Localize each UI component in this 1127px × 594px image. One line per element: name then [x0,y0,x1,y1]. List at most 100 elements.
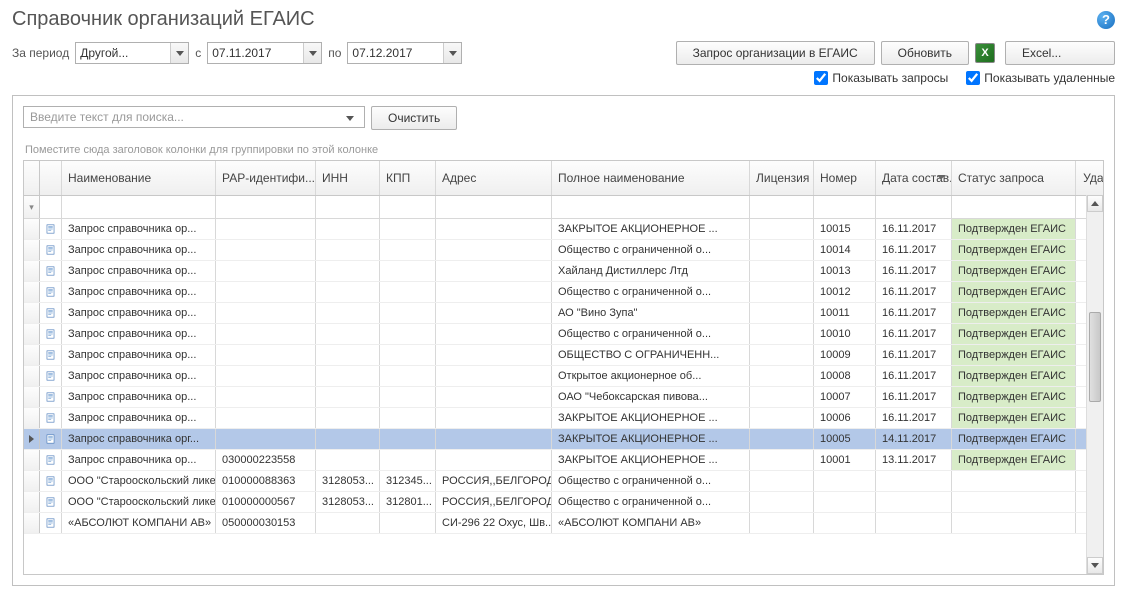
filter-cell[interactable] [436,196,552,218]
scroll-up-icon[interactable] [1087,195,1103,212]
table-row[interactable]: Запрос справочника ор...ОБЩЕСТВО С ОГРАН… [24,345,1103,366]
cell-full: «АБСОЛЮТ КОМПАНИ АВ» [552,513,750,533]
header-rar[interactable]: РАР-идентифи... [216,161,316,195]
document-icon [40,450,62,470]
filter-cell[interactable] [952,196,1076,218]
header-full[interactable]: Полное наименование [552,161,750,195]
cell-status [952,513,1076,533]
header-inn[interactable]: ИНН [316,161,380,195]
help-icon[interactable]: ? [1097,11,1115,29]
cell-inn [316,429,380,449]
header-date[interactable]: Дата состав... [876,161,952,195]
table-row[interactable]: Запрос справочника ор...Общество с огран… [24,324,1103,345]
document-icon [40,261,62,281]
table-row[interactable]: Запрос справочника ор...030000223558ЗАКР… [24,450,1103,471]
cell-lic [750,282,814,302]
cell-kpp [380,387,436,407]
table-row[interactable]: Запрос справочника ор...ЗАКРЫТОЕ АКЦИОНЕ… [24,219,1103,240]
row-indicator [24,471,40,491]
search-input[interactable] [24,107,346,127]
request-button[interactable]: Запрос организации в ЕГАИС [676,41,875,65]
header-status[interactable]: Статус запроса [952,161,1076,195]
cell-full: ЗАКРЫТОЕ АКЦИОНЕРНОЕ ... [552,429,750,449]
clear-button[interactable]: Очистить [371,106,457,130]
cell-name: Запрос справочника орг... [62,429,216,449]
row-indicator [24,387,40,407]
filter-cell[interactable] [750,196,814,218]
vertical-scrollbar[interactable] [1086,195,1103,574]
document-icon [40,345,62,365]
filter-cell[interactable] [380,196,436,218]
header-kpp[interactable]: КПП [380,161,436,195]
document-icon [40,513,62,533]
table-row[interactable]: Запрос справочника орг... ЗАКРЫТОЕ АКЦИОН… [24,429,1103,450]
cell-inn [316,303,380,323]
cell-addr [436,450,552,470]
period-label: За период [12,46,69,60]
cell-addr [436,366,552,386]
checkbox-icon[interactable] [966,71,980,85]
search-input-wrap[interactable] [23,106,365,128]
table-row[interactable]: Запрос справочника ор...АО "Вино Зупа"10… [24,303,1103,324]
table-row[interactable]: «АБСОЛЮТ КОМПАНИ АВ»050000030153СИ-296 2… [24,513,1103,534]
header-name[interactable]: Наименование [62,161,216,195]
cell-inn [316,219,380,239]
cell-num: 10015 [814,219,876,239]
cell-name: Запрос справочника ор... [62,408,216,428]
cell-name: Запрос справочника ор... [62,282,216,302]
data-grid: Наименование РАР-идентифи... ИНН КПП Адр… [23,160,1104,575]
scroll-thumb[interactable] [1089,312,1101,402]
cell-rar [216,324,316,344]
date-from-input[interactable]: 07.11.2017 [207,42,322,64]
cell-num: 10008 [814,366,876,386]
cell-kpp [380,261,436,281]
scroll-down-icon[interactable] [1087,557,1103,574]
chevron-down-icon[interactable] [170,43,188,63]
excel-icon[interactable]: X [975,43,995,63]
cell-num: 10009 [814,345,876,365]
filter-cell[interactable] [552,196,750,218]
chevron-down-icon[interactable] [443,43,461,63]
table-row[interactable]: Запрос справочника ор...Открытое акционе… [24,366,1103,387]
header-lic[interactable]: Лицензия [750,161,814,195]
filter-cell[interactable] [316,196,380,218]
table-row[interactable]: Запрос справочника ор...Общество с огран… [24,240,1103,261]
filter-cell[interactable] [62,196,216,218]
table-row[interactable]: ООО "Старооскольский лике...010000000567… [24,492,1103,513]
show-requests-checkbox[interactable]: Показывать запросы [814,71,948,85]
checkbox-icon[interactable] [814,71,828,85]
chevron-down-icon[interactable] [303,43,321,63]
table-row[interactable]: Запрос справочника ор...ЗАКРЫТОЕ АКЦИОНЕ… [24,408,1103,429]
cell-lic [750,366,814,386]
cell-rar [216,429,316,449]
row-indicator [24,366,40,386]
header-num[interactable]: Номер [814,161,876,195]
filter-cell[interactable] [814,196,876,218]
cell-full: Общество с ограниченной о... [552,240,750,260]
scroll-track[interactable] [1087,212,1103,557]
cell-num: 10006 [814,408,876,428]
filter-cell[interactable] [876,196,952,218]
refresh-button[interactable]: Обновить [881,41,969,65]
table-row[interactable]: ООО "Старооскольский лике...010000088363… [24,471,1103,492]
row-indicator [24,303,40,323]
page-title: Справочник организаций ЕГАИС [12,8,315,31]
table-row[interactable]: Запрос справочника ор...Хайланд Дистилле… [24,261,1103,282]
header-del[interactable]: Удален [1076,161,1104,195]
filter-cell[interactable] [216,196,316,218]
table-row[interactable]: Запрос справочника ор...ОАО "Чебоксарска… [24,387,1103,408]
excel-button[interactable]: Excel... [1005,41,1115,65]
table-row[interactable]: Запрос справочника ор...Общество с огран… [24,282,1103,303]
cell-rar [216,366,316,386]
cell-date: 13.11.2017 [876,450,952,470]
cell-date: 16.11.2017 [876,408,952,428]
chevron-down-icon[interactable] [346,110,354,124]
filter-cell[interactable] [40,196,62,218]
show-deleted-checkbox[interactable]: Показывать удаленные [966,71,1115,85]
header-addr[interactable]: Адрес [436,161,552,195]
cell-lic [750,219,814,239]
date-to-input[interactable]: 07.12.2017 [347,42,462,64]
period-combo[interactable]: Другой... [75,42,189,64]
cell-status [952,471,1076,491]
grid-body: Запрос справочника ор... ЗАКРЫТОЕ АКЦИОНЕ… [24,219,1103,574]
